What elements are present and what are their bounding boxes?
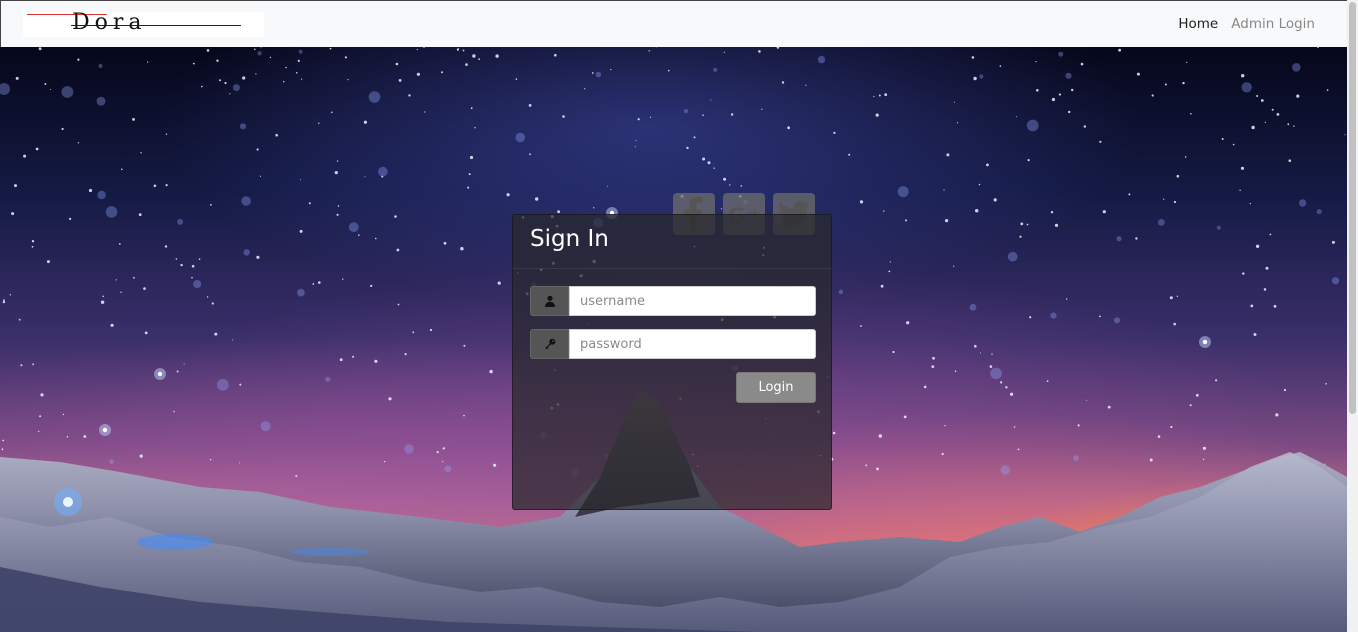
login-title: Sign In [530, 226, 609, 252]
nav-link-admin-login[interactable]: Admin Login [1231, 16, 1315, 33]
username-group [530, 286, 816, 316]
password-addon [530, 329, 569, 359]
password-input[interactable] [569, 329, 816, 359]
page-scrollbar[interactable] [1347, 0, 1358, 632]
user-icon [544, 295, 555, 307]
username-input[interactable] [569, 286, 816, 316]
brand-logo[interactable]: Dora [23, 12, 264, 37]
login-button[interactable]: Login [736, 372, 816, 403]
top-navbar: Dora Home Admin Login [0, 0, 1347, 47]
key-icon [544, 338, 555, 350]
nav-links: Home Admin Login [1178, 16, 1315, 33]
logo-underline [71, 25, 241, 26]
panel-divider [513, 268, 831, 269]
scrollbar-thumb[interactable] [1349, 2, 1356, 414]
nav-link-home[interactable]: Home [1178, 16, 1218, 33]
logo-text: Dora [72, 12, 147, 35]
login-panel: Sign In Login [512, 214, 832, 510]
password-group [530, 329, 816, 359]
username-addon [530, 286, 569, 316]
